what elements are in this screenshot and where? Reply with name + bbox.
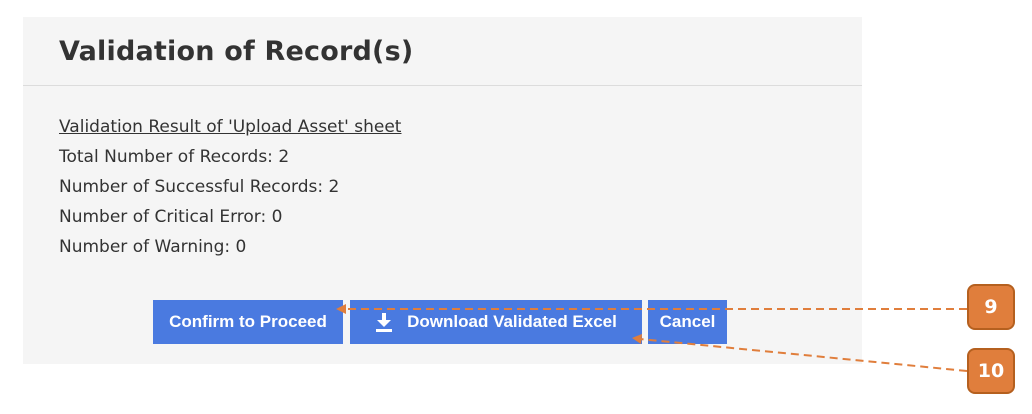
callout-badge-10: 10 — [967, 348, 1015, 394]
callout-10-arrowhead — [632, 334, 642, 344]
callout-9-arrowhead — [336, 304, 346, 314]
callout-badge-9: 9 — [967, 284, 1015, 330]
callout-10-leader-line — [639, 338, 968, 372]
callout-connectors — [336, 304, 968, 372]
